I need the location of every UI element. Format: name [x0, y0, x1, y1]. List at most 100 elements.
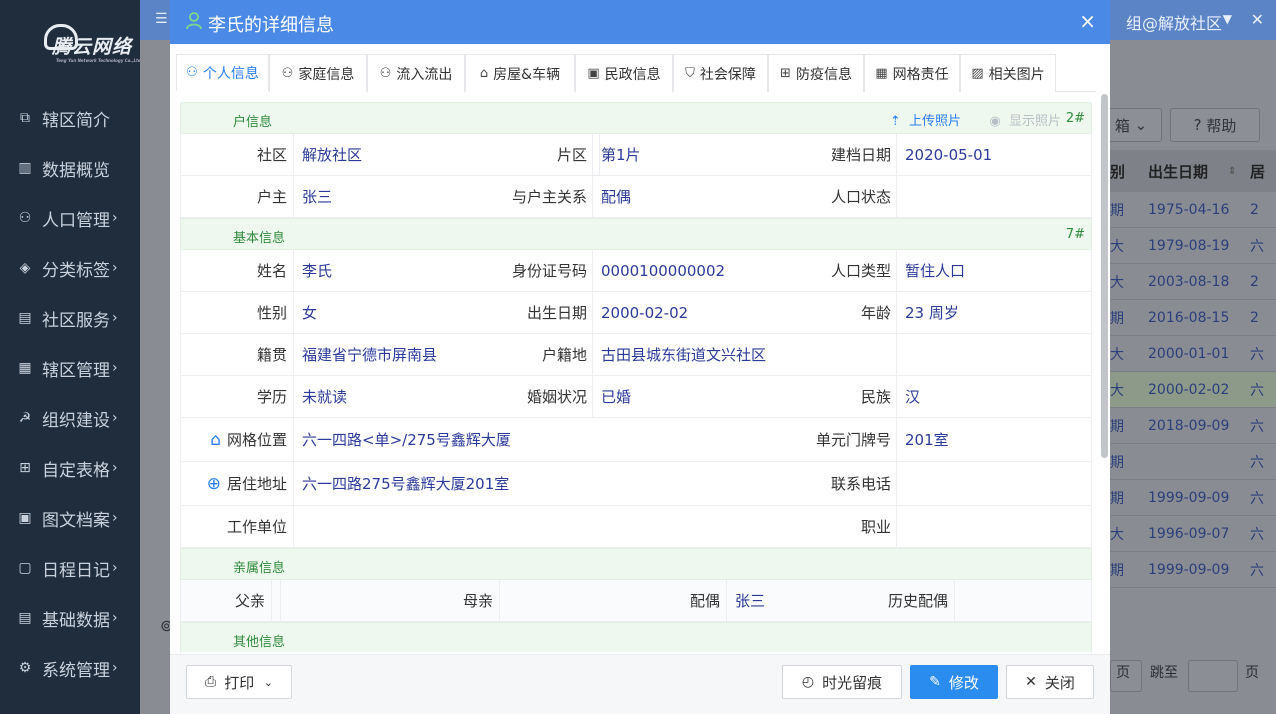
close-label: 关闭 [1044, 673, 1075, 692]
tab-person[interactable]: ⚇ 个人信息 [176, 54, 269, 92]
close-button[interactable]: ✕ 关闭 [1006, 665, 1094, 699]
home-icon: ⧉ [20, 110, 30, 126]
tab-medical[interactable]: ⊞ 防疫信息 [768, 54, 864, 92]
topbar-user[interactable]: 组@解放社区 [1126, 10, 1222, 34]
sort-icon[interactable]: ⇕ [1228, 166, 1236, 177]
field-label: 人口状态 [830, 188, 891, 206]
field-label: 性别 [181, 292, 294, 333]
table-cell: 六 [1250, 490, 1264, 507]
print-dropdown-button[interactable]: ⎙ 打印 ⌄ [186, 665, 292, 699]
table-row[interactable]: 期 2018-09-09 六 [1110, 408, 1276, 444]
field-label: 出生日期 [526, 304, 587, 322]
tab-shield[interactable]: ⛉ 社会保障 [673, 54, 768, 92]
tab-family[interactable]: ⚇ 家庭信息 [269, 54, 367, 92]
modal-header: 李氏的详细信息 × [170, 0, 1110, 44]
field-label: 历史配偶 [841, 580, 955, 621]
show-photo-label: 显示照片 [1008, 114, 1061, 129]
chevron-down-icon[interactable]: ▼ [1223, 12, 1232, 26]
edit-button[interactable]: ✎ 修改 [910, 665, 998, 699]
scrollbar[interactable] [1101, 94, 1108, 458]
sidebar-item[interactable]: ▢ 日程日记 › [0, 546, 140, 590]
person-icon: ⚇ [186, 65, 198, 80]
field-label: 户籍地 [541, 346, 587, 364]
grid-location-label[interactable]: ⌂ 网格位置 [181, 418, 294, 461]
tab-grid-duty[interactable]: ▦ 网格责任 [864, 54, 960, 92]
table-row[interactable]: 期 1999-09-09 六 [1110, 480, 1276, 516]
close-icon[interactable]: × [1079, 9, 1096, 33]
document-icon: ▤ [18, 310, 32, 326]
box-dropdown-label: 箱 [1114, 116, 1130, 135]
close-icon[interactable]: ✕ [1251, 10, 1264, 29]
sidebar-item-label: 组织建设 [42, 410, 110, 431]
chevron-right-icon: › [112, 610, 118, 626]
field-value: 汉 [905, 388, 921, 406]
civil-icon: ▣ [587, 66, 600, 81]
info-row: 父亲 母亲 配偶 张三 历史配偶 [180, 580, 1092, 622]
table-cell: 2018-09-09 [1148, 417, 1230, 434]
shield-icon: ⛉ [685, 66, 695, 81]
help-button[interactable]: ? 帮助 [1170, 108, 1260, 142]
sidebar-item[interactable]: ▣ 图文档案 › [0, 496, 140, 540]
sidebar-item[interactable]: ▦ 辖区管理 › [0, 346, 140, 390]
tab-label: 流入流出 [396, 66, 453, 83]
column-header-a[interactable]: 别 [1110, 161, 1125, 182]
field-label: 社区 [181, 134, 294, 175]
table-row[interactable]: 期 1975-04-16 2 [1110, 192, 1276, 228]
residence-address-label[interactable]: ⊕ 居住地址 [181, 462, 294, 505]
pencil-icon: ✎ [929, 674, 941, 690]
print-label: 打印 [224, 673, 255, 692]
upload-photo-link[interactable]: ⇡ 上传照片 [890, 110, 961, 129]
section-title: 其他信息 [233, 635, 286, 650]
image-icon: ▨ [971, 66, 984, 81]
section-basic: 基本信息 7# [180, 218, 1092, 250]
page-unit: 页 [1245, 665, 1259, 681]
sidebar-item[interactable]: ⚇ 人口管理 › [0, 196, 140, 240]
tab-migration[interactable]: ⚇ 流入流出 [367, 54, 465, 92]
history-button[interactable]: ◴ 时光留痕 [782, 665, 902, 699]
info-row: 工作单位 职业 [180, 506, 1092, 548]
table-row[interactable]: 大 1996-09-07 六 [1110, 516, 1276, 552]
table-row[interactable]: 期 2016-08-15 2 [1110, 300, 1276, 336]
section-count: 2# [1065, 111, 1085, 126]
sidebar-item[interactable]: ⊞ 自定表格 › [0, 446, 140, 490]
jump-page-input[interactable] [1188, 660, 1238, 692]
tab-house[interactable]: ⌂ 房屋&车辆 [465, 54, 575, 92]
info-row: 户主 张三 与户主关系 配偶 人口状态 [180, 176, 1092, 218]
tab-image[interactable]: ▨ 相关图片 [960, 54, 1056, 92]
sidebar-item[interactable]: ◈ 分类标签 › [0, 246, 140, 290]
sidebar-item[interactable]: ▤ 基础数据 › [0, 596, 140, 640]
sidebar-item[interactable]: ▤ 社区服务 › [0, 296, 140, 340]
column-header-birth[interactable]: 出生日期 [1148, 161, 1208, 182]
table-row[interactable]: 期六 [1110, 444, 1276, 480]
table-cell: 1999-09-09 [1148, 561, 1230, 578]
info-row: 性别 女 出生日期 2000-02-02 年龄 23 周岁 [180, 292, 1092, 334]
table-cell: 2 [1250, 201, 1259, 218]
table-cell: 六 [1250, 526, 1264, 543]
sidebar-item[interactable]: ☭ 组织建设 › [0, 396, 140, 440]
table-header: 别 出生日期 ⇕ 居 [1100, 150, 1276, 192]
modal-footer: ⎙ 打印 ⌄ ◴ 时光留痕 ✎ 修改 ✕ 关闭 [170, 654, 1110, 714]
field-value: 暂住人口 [905, 262, 966, 280]
column-header-c[interactable]: 居 [1250, 161, 1265, 182]
field-label: 与户主关系 [511, 188, 587, 206]
table-row[interactable]: 大 1979-08-19 六 [1110, 228, 1276, 264]
edit-label: 修改 [948, 673, 979, 692]
section-title: 基本信息 [233, 231, 286, 246]
table-row[interactable]: 大 2003-08-18 2 [1110, 264, 1276, 300]
menu-toggle-icon[interactable]: ☰ [155, 11, 168, 27]
sidebar-item[interactable]: ⧉ 辖区简介 [0, 96, 140, 140]
table-row[interactable]: 大 2000-02-02 六 [1110, 372, 1276, 408]
upload-photo-label: 上传照片 [908, 114, 961, 129]
gear-icon: ⚙ [18, 660, 32, 676]
sidebar-item[interactable]: ▥ 数据概览 [0, 146, 140, 190]
sidebar-item-label: 社区服务 [42, 310, 110, 331]
tab-civil[interactable]: ▣ 民政信息 [575, 54, 673, 92]
table-row[interactable]: 期 1999-09-09 六 [1110, 552, 1276, 588]
sidebar-item-label: 分类标签 [42, 260, 110, 281]
sidebar-item[interactable]: ⚙ 系统管理 › [0, 646, 140, 690]
page-suffix: 页 [1116, 665, 1130, 681]
show-photo-link[interactable]: ◉ 显示照片 [989, 110, 1061, 129]
sidebar-item-label: 数据概览 [42, 160, 110, 181]
history-label: 时光留痕 [822, 673, 883, 692]
table-row[interactable]: 大 2000-01-01 六 [1110, 336, 1276, 372]
